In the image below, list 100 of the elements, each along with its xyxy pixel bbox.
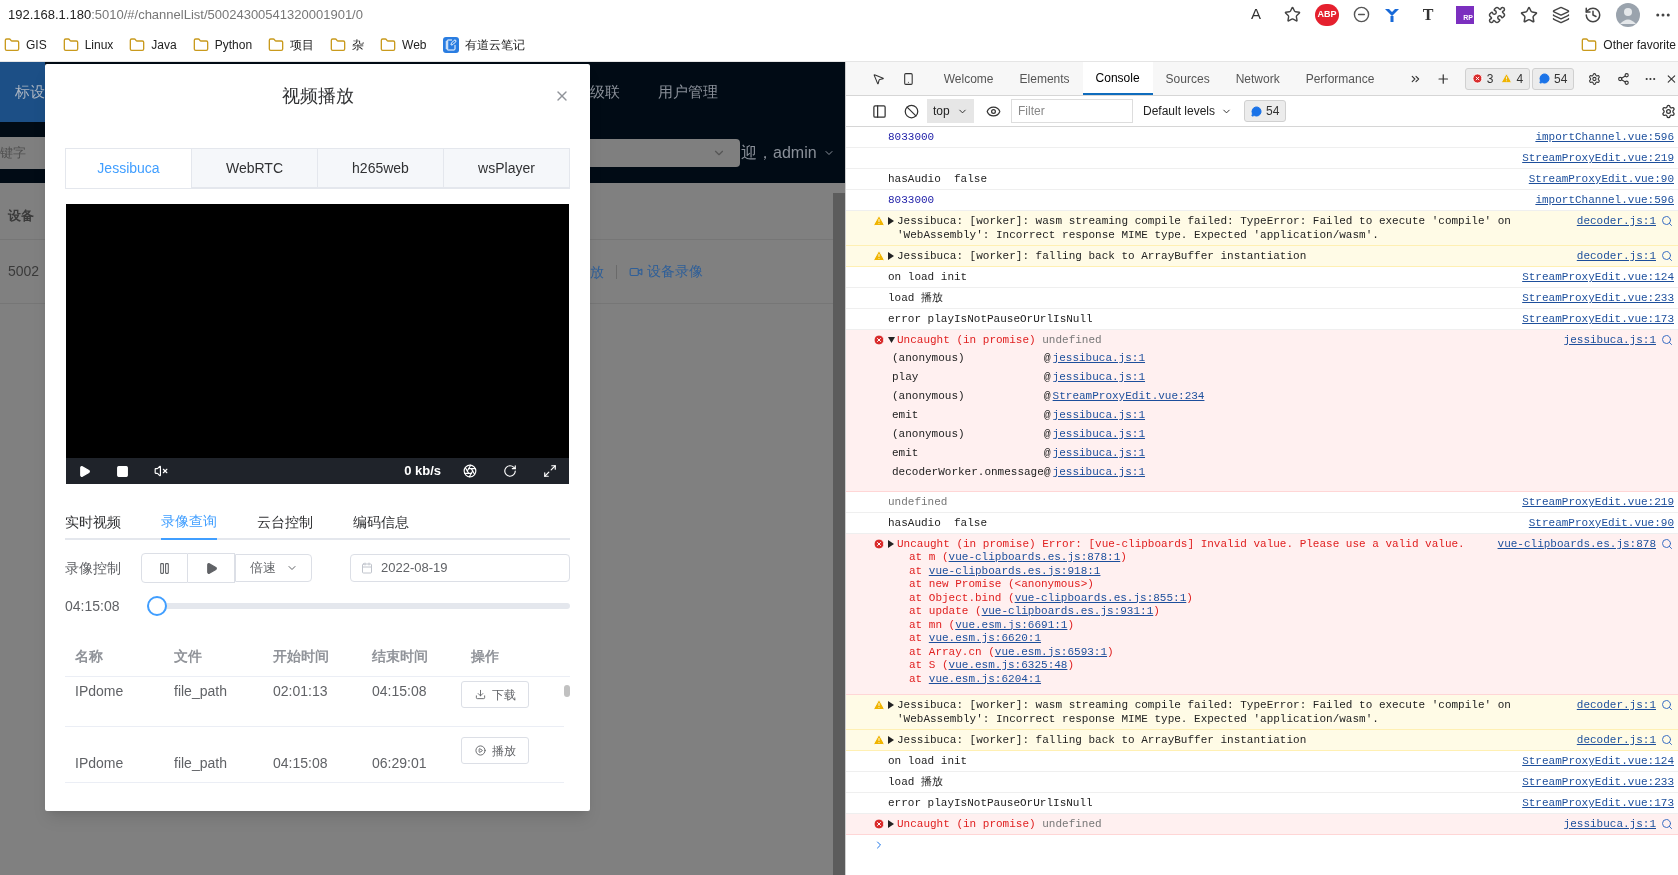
source-link[interactable]: decoder.js:1 — [1576, 250, 1656, 262]
bookmark-item[interactable]: 有道云笔记 — [442, 36, 525, 54]
bookmark-item[interactable]: GIS — [4, 36, 47, 54]
speed-dropdown[interactable]: 倍速 — [235, 554, 312, 582]
favorites-icon[interactable] — [1520, 5, 1538, 24]
settings-icon[interactable] — [1588, 70, 1602, 87]
connect-icon[interactable] — [1617, 70, 1631, 87]
settings-icon[interactable] — [1661, 103, 1676, 119]
expand-triangle-icon[interactable] — [888, 736, 895, 744]
search-icon[interactable] — [1661, 699, 1673, 711]
stop-icon[interactable] — [116, 464, 129, 478]
avatar-icon[interactable] — [1616, 2, 1640, 27]
source-link[interactable]: StreamProxyEdit.vue:233 — [1522, 292, 1674, 304]
devtools-tab[interactable]: Performance — [1292, 62, 1388, 95]
source-link[interactable]: StreamProxyEdit.vue:90 — [1528, 173, 1674, 185]
devtools-tab[interactable]: Elements — [1006, 62, 1083, 95]
page-scrollbar[interactable] — [833, 193, 845, 875]
expand-triangle-icon[interactable] — [888, 540, 895, 548]
bookmark-item[interactable]: 杂 — [330, 36, 365, 54]
section-tab[interactable]: 实时视频 — [65, 504, 121, 540]
source-link[interactable]: importChannel.vue:596 — [1535, 194, 1674, 206]
play-button[interactable] — [188, 553, 235, 583]
letter-extension-button[interactable]: T — [1414, 0, 1442, 29]
source-link[interactable]: jessibuca.js:1 — [1052, 463, 1146, 482]
bookmark-item[interactable]: 项目 — [268, 36, 315, 54]
source-link[interactable]: decoder.js:1 — [1576, 215, 1656, 227]
collections-icon[interactable] — [1552, 5, 1570, 24]
source-link[interactable]: vue-clipboards.es.js:918:1 — [928, 564, 1101, 577]
source-link[interactable]: vue.esm.js:6691:1 — [955, 618, 1068, 631]
read-aloud-button[interactable]: A — [1242, 0, 1270, 29]
search-icon[interactable] — [1661, 250, 1673, 262]
ring-extension-icon[interactable] — [1353, 6, 1370, 23]
source-link[interactable]: jessibuca.js:1 — [1052, 444, 1146, 463]
play-icon[interactable] — [78, 464, 91, 478]
device-icon[interactable] — [901, 70, 915, 87]
source-link[interactable]: StreamProxyEdit.vue:234 — [1052, 387, 1205, 406]
source-link[interactable]: vue.esm.js:6325:48 — [948, 659, 1068, 671]
source-link[interactable]: jessibuca.js:1 — [1563, 818, 1656, 830]
expand-triangle-icon[interactable] — [888, 252, 895, 260]
address-url[interactable]: 192.168.1.180:5010/#/channelList/50024300541320001901/0 — [8, 4, 1242, 25]
nav-item[interactable]: 标设 — [0, 62, 45, 122]
fullscreen-icon[interactable] — [543, 464, 557, 478]
devtools-tab[interactable]: Sources — [1152, 62, 1223, 95]
play-button[interactable]: 播放 — [461, 737, 529, 765]
progress-slider[interactable] — [146, 596, 570, 616]
clear-icon[interactable] — [904, 103, 919, 119]
extensions-icon[interactable] — [1488, 5, 1506, 24]
source-link[interactable]: vue-clipboards.es.js:878 — [1497, 538, 1656, 550]
nav-item[interactable]: 用户管理 — [658, 80, 718, 104]
issue-counts[interactable]: 3 4 — [1464, 67, 1531, 90]
source-link[interactable]: StreamProxyEdit.vue:233 — [1522, 776, 1674, 788]
user-greeting[interactable]: 迎，admin — [741, 140, 817, 165]
eye-icon[interactable] — [986, 103, 1001, 119]
source-link[interactable]: StreamProxyEdit.vue:90 — [1528, 517, 1674, 529]
message-count[interactable]: 54 — [1532, 67, 1575, 90]
source-link[interactable]: decoder.js:1 — [1576, 699, 1656, 711]
source-link[interactable]: vue-clipboards.es.js:855:1 — [1014, 591, 1187, 604]
devtools-tab[interactable]: Network — [1222, 62, 1293, 95]
player-tab[interactable]: h265web — [318, 149, 444, 188]
source-link[interactable]: jessibuca.js:1 — [1052, 349, 1146, 368]
source-link[interactable]: vue.esm.js:6204:1 — [928, 672, 1042, 685]
muted-speaker-icon[interactable] — [154, 464, 168, 478]
source-link[interactable]: jessibuca.js:1 — [1052, 425, 1146, 444]
stop-sign-extension-button[interactable]: ABP — [1315, 3, 1339, 26]
devtools-tab[interactable]: Console — [1082, 62, 1153, 95]
player-tab[interactable]: WebRTC — [192, 149, 318, 188]
refresh-icon[interactable] — [503, 464, 517, 478]
nav-item[interactable]: 级联 — [590, 80, 620, 104]
source-link[interactable]: StreamProxyEdit.vue:173 — [1522, 313, 1674, 325]
source-link[interactable]: importChannel.vue:596 — [1535, 131, 1674, 143]
aperture-icon[interactable] — [463, 464, 477, 478]
source-link[interactable]: jessibuca.js:1 — [1052, 368, 1146, 387]
source-link[interactable]: vue.esm.js:6620:1 — [928, 632, 1042, 644]
context-select[interactable]: top — [927, 99, 974, 123]
source-link[interactable]: vue-clipboards.es.js:878:1 — [948, 551, 1121, 563]
date-field[interactable]: 2022-08-19 — [350, 554, 570, 582]
levels-dropdown[interactable]: Default levels — [1143, 102, 1233, 120]
expand-triangle-icon[interactable] — [888, 217, 895, 225]
source-link[interactable]: decoder.js:1 — [1576, 734, 1656, 746]
source-link[interactable]: vue.esm.js:6593:1 — [994, 645, 1108, 658]
y-shaped-extension-icon[interactable] — [1384, 6, 1400, 23]
search-icon[interactable] — [1661, 215, 1673, 227]
select-field[interactable] — [590, 138, 740, 167]
expand-triangle-icon[interactable] — [888, 701, 895, 709]
add-favorite-star-icon[interactable] — [1284, 6, 1301, 23]
bookmark-item[interactable]: Java — [129, 36, 177, 54]
source-link[interactable]: StreamProxyEdit.vue:124 — [1522, 755, 1674, 767]
search-icon[interactable] — [1661, 734, 1673, 746]
source-link[interactable]: StreamProxyEdit.vue:219 — [1522, 152, 1674, 164]
source-link[interactable]: StreamProxyEdit.vue:219 — [1522, 496, 1674, 508]
other-favorites-button[interactable]: Other favorite — [1581, 36, 1676, 54]
search-icon[interactable] — [1661, 538, 1673, 550]
source-link[interactable]: StreamProxyEdit.vue:173 — [1522, 797, 1674, 809]
bookmark-item[interactable]: Python — [192, 36, 253, 54]
slider-thumb[interactable] — [146, 596, 167, 616]
pause-button[interactable] — [141, 553, 188, 583]
search-icon[interactable] — [1661, 334, 1673, 346]
section-tab[interactable]: 编码信息 — [353, 504, 409, 540]
search-icon[interactable] — [1661, 818, 1673, 830]
filter-field[interactable]: Filter — [1011, 99, 1133, 123]
